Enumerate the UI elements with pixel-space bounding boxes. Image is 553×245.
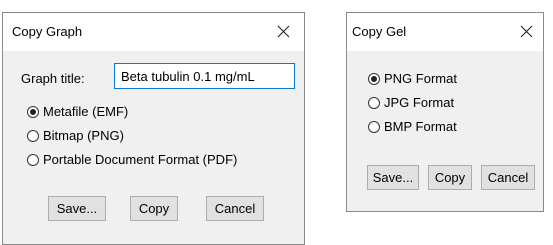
copy-button[interactable]: Copy bbox=[428, 165, 472, 190]
radio-unselected-icon bbox=[27, 129, 39, 142]
save-button[interactable]: Save... bbox=[367, 165, 419, 190]
radio-bmp-format-label: BMP Format bbox=[384, 119, 457, 134]
copy-graph-title: Copy Graph bbox=[12, 24, 83, 39]
radio-jpg-format-label: JPG Format bbox=[384, 95, 455, 110]
radio-bitmap-png[interactable]: Bitmap (PNG) bbox=[27, 128, 124, 143]
radio-bitmap-png-label: Bitmap (PNG) bbox=[43, 128, 124, 143]
radio-unselected-icon bbox=[27, 153, 39, 166]
radio-png-format[interactable]: PNG Format bbox=[368, 71, 457, 86]
cancel-button[interactable]: Cancel bbox=[481, 165, 535, 190]
close-icon[interactable] bbox=[513, 19, 539, 43]
radio-pdf-label: Portable Document Format (PDF) bbox=[43, 152, 238, 167]
radio-selected-icon bbox=[368, 72, 380, 85]
copy-gel-titlebar: Copy Gel bbox=[347, 13, 543, 51]
radio-pdf[interactable]: Portable Document Format (PDF) bbox=[27, 152, 237, 167]
cancel-button[interactable]: Cancel bbox=[206, 196, 264, 221]
copy-graph-titlebar: Copy Graph bbox=[3, 13, 304, 51]
radio-bmp-format[interactable]: BMP Format bbox=[368, 119, 457, 134]
radio-selected-icon bbox=[27, 105, 39, 118]
close-icon[interactable] bbox=[270, 19, 296, 43]
radio-metafile-emf-label: Metafile (EMF) bbox=[43, 104, 129, 119]
copy-button[interactable]: Copy bbox=[130, 196, 178, 221]
radio-unselected-icon bbox=[368, 120, 380, 133]
copy-graph-dialog: Copy Graph Graph title: Metafile (EMF) B… bbox=[2, 12, 305, 245]
graph-title-label: Graph title: bbox=[21, 71, 85, 86]
radio-unselected-icon bbox=[368, 96, 380, 109]
radio-metafile-emf[interactable]: Metafile (EMF) bbox=[27, 104, 128, 119]
graph-title-input[interactable] bbox=[114, 63, 295, 89]
radio-png-format-label: PNG Format bbox=[384, 71, 457, 86]
radio-jpg-format[interactable]: JPG Format bbox=[368, 95, 454, 110]
copy-gel-dialog: Copy Gel PNG Format JPG Format BMP Forma… bbox=[346, 12, 544, 212]
copy-gel-title: Copy Gel bbox=[352, 24, 407, 39]
save-button[interactable]: Save... bbox=[48, 196, 106, 221]
